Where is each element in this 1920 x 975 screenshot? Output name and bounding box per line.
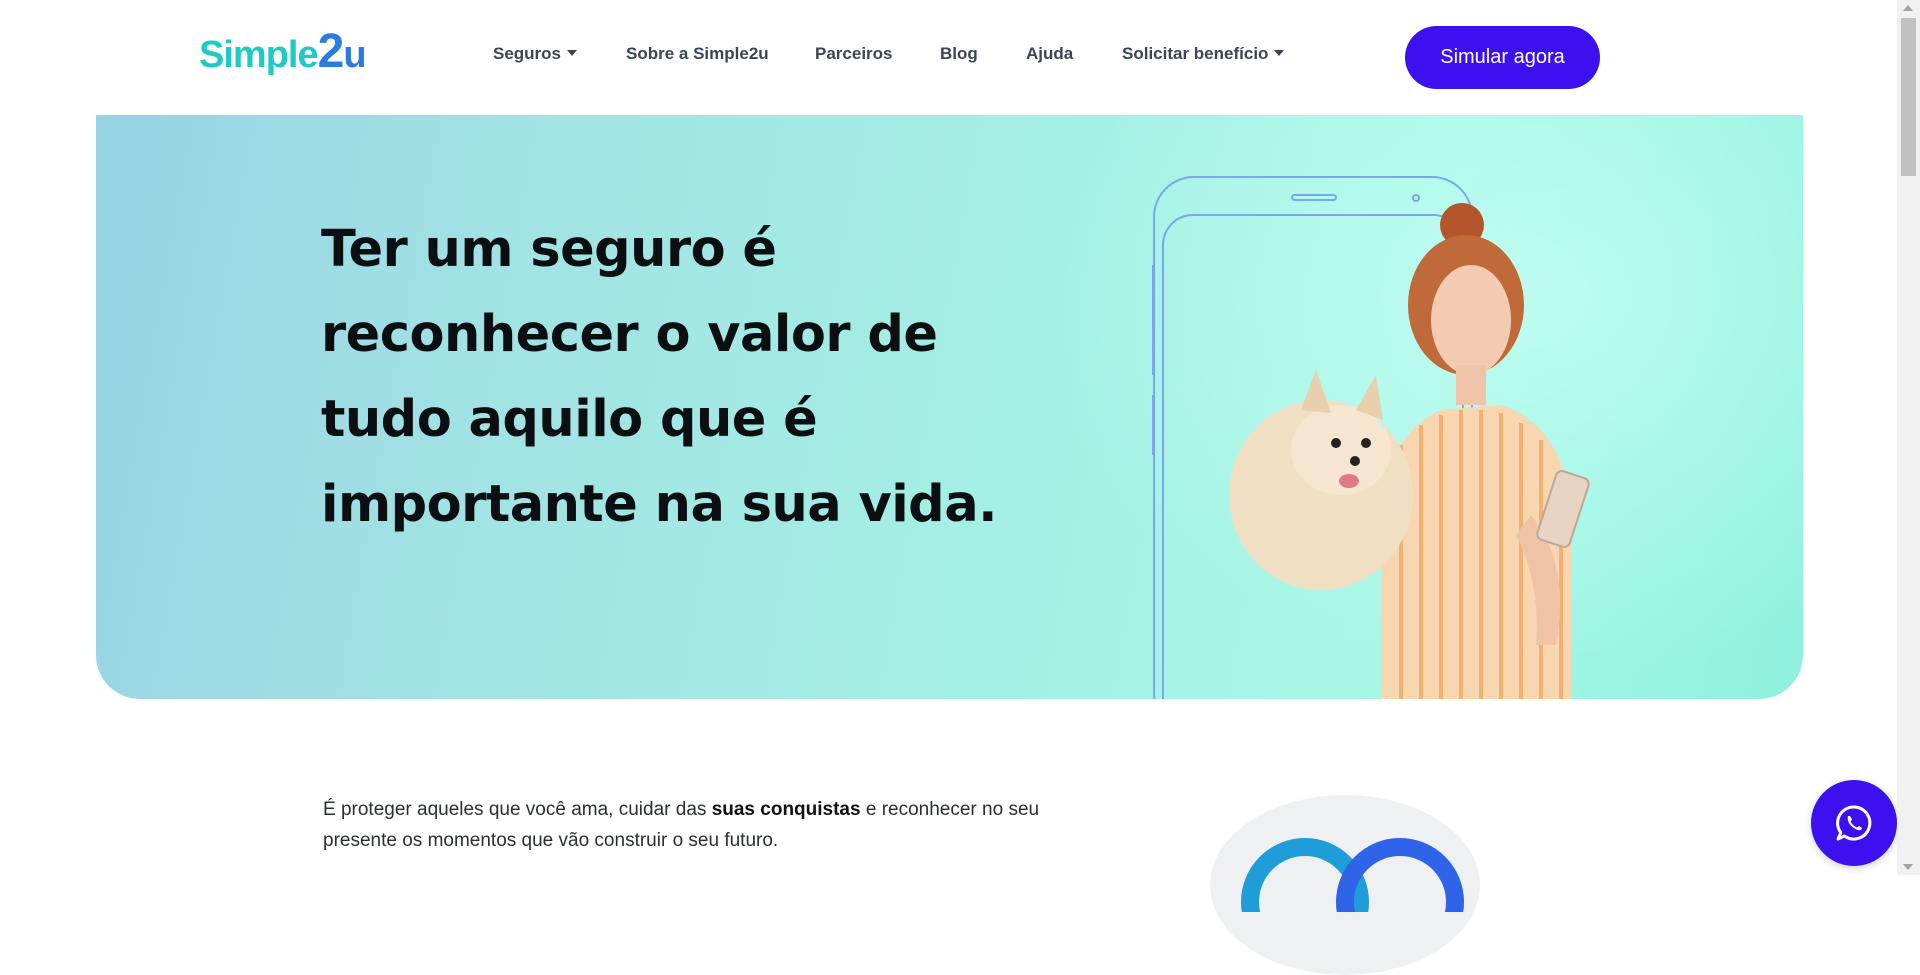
scroll-up-arrow-icon[interactable] [1903,5,1913,11]
intro-text-part1: É proteger aqueles que você ama, cuidar … [323,799,712,820]
infinity-rings-graphic [1241,838,1464,912]
woman-with-dog-photo [1229,203,1590,699]
page-scrollbar[interactable] [1897,0,1920,875]
nav-item-label: Ajuda [1026,44,1074,63]
nav-item-label: Seguros [493,44,562,63]
whatsapp-chat-button[interactable] [1811,780,1897,866]
caret-down-icon [567,49,578,56]
intro-paragraph: É proteger aqueles que você ama, cuidar … [323,794,1063,856]
nav-item-seguros[interactable]: Seguros [493,44,578,64]
nav-item-blog[interactable]: Blog [940,44,978,64]
scrollbar-thumb[interactable] [1901,18,1916,176]
simular-agora-button[interactable]: Simular agora [1405,26,1600,89]
logo-text-u: u [343,34,366,76]
site-header: Simple 2 u Seguros Sobre a Simple2u Parcei… [0,0,1897,115]
logo-text-2: 2 [317,25,345,78]
nav-item-sobre[interactable]: Sobre a Simple2u [626,44,769,64]
caret-down-icon [1274,49,1285,56]
intro-text-bold: suas conquistas [711,799,861,820]
nav-item-solicitar-beneficio[interactable]: Solicitar benefício [1122,44,1285,64]
hero-headline: Ter um seguro é reconhecer o valor de tu… [321,220,997,534]
hero-banner: Ter um seguro é reconhecer o valor de tu… [96,115,1803,699]
nav-item-label: Parceiros [815,44,893,63]
simple2u-logo[interactable]: Simple 2 u [199,25,367,80]
nav-item-ajuda[interactable]: Ajuda [1026,44,1073,64]
scroll-down-arrow-icon[interactable] [1903,864,1913,870]
nav-item-label: Sobre a Simple2u [626,44,769,63]
logo-text-simple: Simple [199,34,319,76]
whatsapp-icon [1836,805,1872,841]
nav-item-label: Solicitar benefício [1122,44,1269,63]
nav-item-label: Blog [940,44,978,63]
nav-item-parceiros[interactable]: Parceiros [815,44,893,64]
